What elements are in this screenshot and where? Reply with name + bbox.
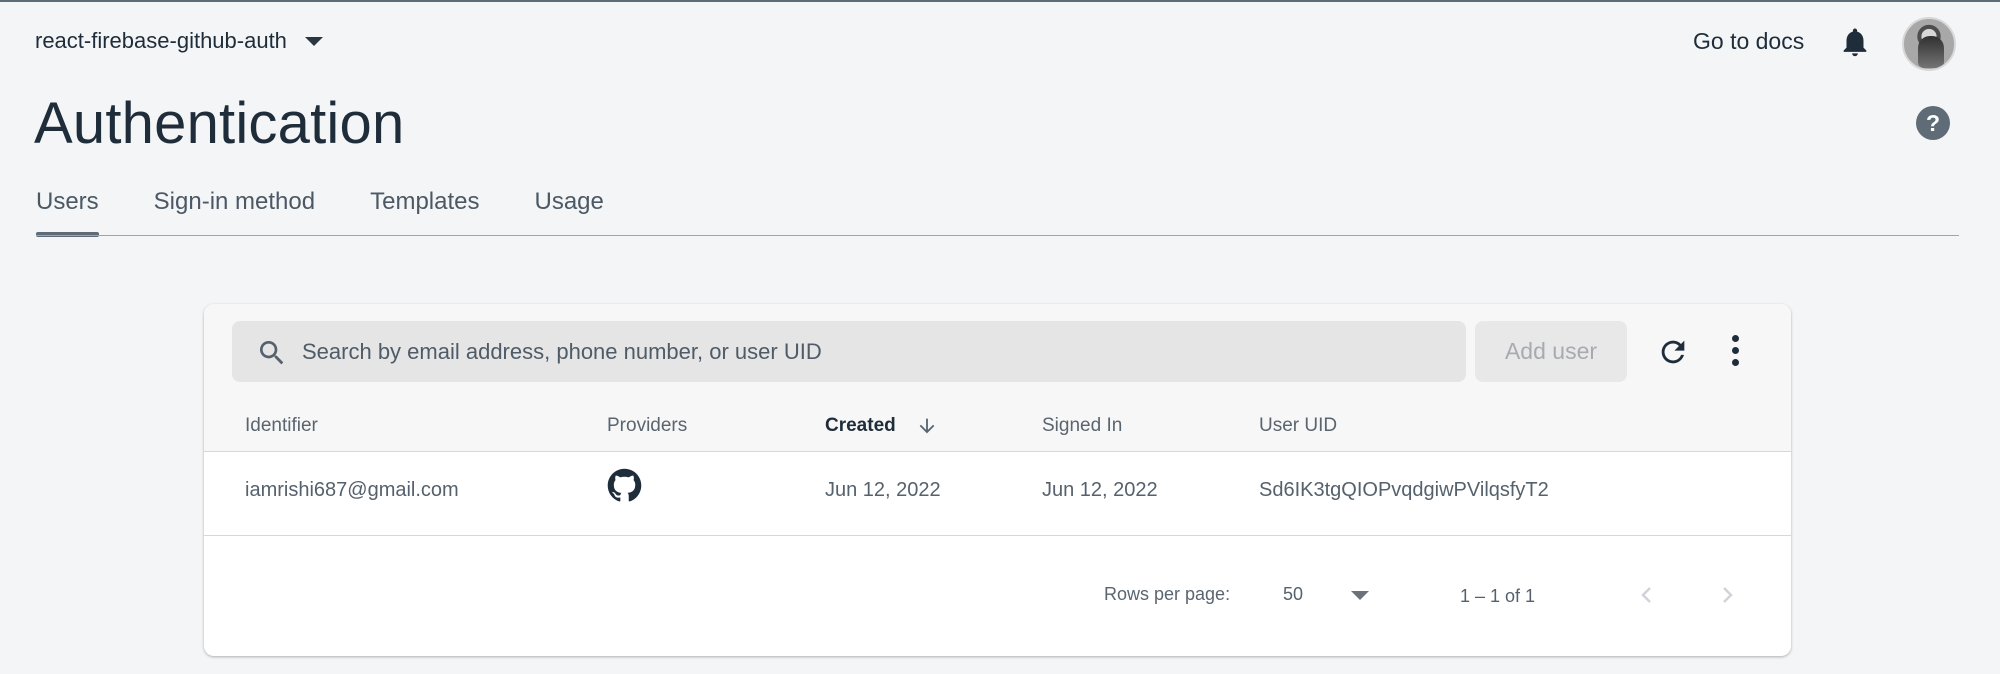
column-identifier[interactable]: Identifier [245, 415, 318, 437]
column-providers[interactable]: Providers [607, 415, 687, 437]
user-created-date: Jun 12, 2022 [825, 479, 941, 501]
project-selector[interactable]: react-firebase-github-auth [35, 28, 323, 54]
go-to-docs-link[interactable]: Go to docs [1693, 28, 1804, 55]
page-title: Authentication [34, 91, 405, 156]
users-table-header: Identifier Providers Created Signed In U… [204, 410, 1791, 452]
user-identifier: iamrishi687@gmail.com [245, 479, 459, 501]
column-signed-in[interactable]: Signed In [1042, 415, 1122, 437]
table-row[interactable]: iamrishi687@gmail.com Jun 12, 2022 Jun 1… [204, 452, 1791, 536]
search-icon [260, 341, 284, 365]
rows-per-page-select[interactable]: 50 [1283, 584, 1303, 605]
pagination-footer: Rows per page: 50 1 – 1 of 1 [204, 537, 1791, 656]
tab-sign-in-method[interactable]: Sign-in method [154, 187, 315, 237]
bell-icon[interactable] [1838, 24, 1872, 60]
chevron-down-icon[interactable] [1351, 591, 1369, 600]
tab-templates[interactable]: Templates [370, 187, 479, 237]
user-signed-in-date: Jun 12, 2022 [1042, 479, 1158, 501]
tabs-divider [36, 235, 1959, 236]
add-user-button[interactable]: Add user [1475, 321, 1627, 382]
tab-users[interactable]: Users [36, 187, 99, 237]
users-card: Add user Identifier Providers Created Si… [204, 304, 1791, 656]
more-options-icon[interactable] [1726, 333, 1744, 369]
user-uid: Sd6IK3tgQIOPvqdgiwPVilqsfyT2 [1259, 479, 1549, 501]
github-icon [607, 468, 642, 502]
chevron-right-icon[interactable] [1715, 581, 1739, 609]
rows-per-page-label: Rows per page: [1104, 584, 1231, 604]
chevron-left-icon[interactable] [1635, 581, 1659, 609]
search-input[interactable] [302, 321, 1402, 382]
pagination-range: 1 – 1 of 1 [1460, 586, 1536, 606]
chevron-down-icon [304, 36, 323, 46]
avatar[interactable] [1902, 17, 1956, 71]
tab-usage[interactable]: Usage [535, 187, 604, 237]
column-created[interactable]: Created [825, 415, 896, 437]
top-bar: react-firebase-github-auth Go to docs [0, 2, 2000, 86]
avatar-portrait [1918, 36, 1944, 68]
auth-tabs: Users Sign-in method Templates Usage [36, 187, 604, 237]
refresh-icon[interactable] [1656, 335, 1690, 369]
project-name: react-firebase-github-auth [35, 28, 287, 53]
user-search-box[interactable] [232, 321, 1466, 382]
sort-descending-icon[interactable] [916, 415, 938, 437]
help-icon[interactable]: ? [1916, 106, 1950, 140]
column-user-uid[interactable]: User UID [1259, 415, 1337, 437]
